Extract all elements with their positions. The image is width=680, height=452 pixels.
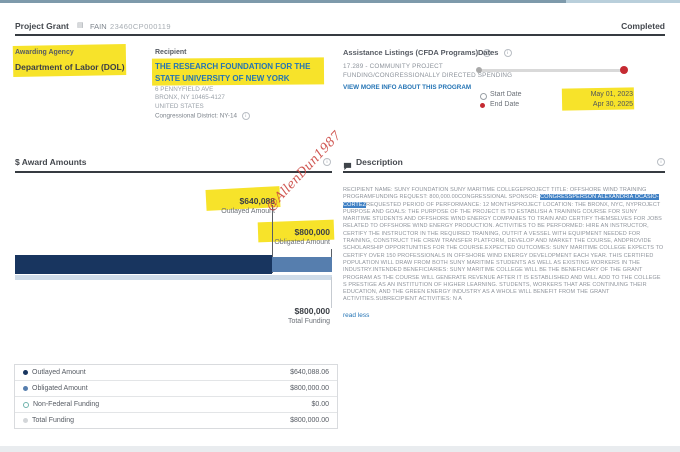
recipient-label: Recipient (155, 49, 187, 56)
table-row-value: $800,000.00 (290, 417, 329, 424)
congressional-district-text: Congressional District: NY-14 (155, 112, 238, 120)
description-divider (343, 171, 665, 173)
outlayed-amount-value: $640,088 (239, 196, 275, 206)
total-funding-value: $800,000 (294, 306, 330, 316)
cfda-program-line2: FUNDING/CONGRESSIONALLY DIRECTED SPENDIN… (343, 72, 513, 79)
table-row-label: Non-Federal Funding (33, 401, 100, 408)
congressional-district: Congressional District: NY-14 i (155, 112, 250, 120)
recipient-name-line2[interactable]: STATE UNIVERSITY OF NEW YORK (155, 73, 325, 85)
non-federal-legend-dot-icon (23, 401, 29, 408)
award-amounts-divider (15, 171, 332, 173)
bottom-edge-strip (0, 446, 680, 452)
table-row: Obligated Amount $800,000.00 (15, 381, 337, 397)
recipient-name-link[interactable]: THE RESEARCH FOUNDATION FOR THE STATE UN… (155, 61, 325, 84)
start-date-marker-icon (480, 93, 487, 100)
start-date-value: May 01, 2023 (590, 91, 633, 98)
fain-value: 23460CP000119 (110, 22, 171, 31)
recipient-name-line1[interactable]: THE RESEARCH FOUNDATION FOR THE (155, 61, 325, 73)
info-icon[interactable]: i (503, 49, 512, 58)
fain-label: FAIN (90, 22, 107, 31)
award-profile-page: Project Grant ▤ FAIN 23460CP000119 Compl… (0, 0, 680, 452)
total-funding-callout-line (331, 277, 332, 308)
table-row: Non-Federal Funding $0.00 (15, 397, 337, 413)
table-row-label: Obligated Amount (32, 385, 88, 392)
timeline-end-dot-icon (620, 66, 628, 74)
description-title: Description (356, 157, 403, 167)
assistance-listings-label: Assistance Listings (CFDA Programs) i (343, 48, 492, 58)
recipient-address-line2: BRONX, NY 10465-4127 (155, 94, 225, 102)
recipient-address: 6 PENNYFIELD AVE BRONX, NY 10465-4127 UN… (155, 86, 225, 111)
table-row: Outlayed Amount $640,088.06 (15, 365, 337, 381)
info-icon[interactable]: i (241, 112, 250, 120)
dates-label-text: Dates (478, 48, 499, 57)
awarding-agency-value: Department of Labor (DOL) (15, 62, 125, 72)
info-icon[interactable]: i (323, 158, 331, 166)
obligated-legend-dot-icon (23, 386, 28, 391)
table-row-value: $0.00 (311, 401, 329, 408)
description-body: RECIPIENT NAME: SUNY FOUNDATION SUNY MAR… (343, 187, 665, 304)
outlayed-amount-label: Outlayed Amount (221, 208, 275, 215)
info-icon[interactable]: i (657, 158, 665, 166)
total-funding-label: Total Funding (287, 318, 330, 325)
obligated-amount-value: $800,000 (294, 227, 330, 237)
description-text-after: REQUESTED PERIOD OF PERFORMANCE: 12 MONT… (343, 201, 664, 303)
recipient-address-line3: UNITED STATES (155, 102, 204, 110)
start-date-label: Start Date (490, 91, 522, 98)
award-type-label: Project Grant (15, 21, 69, 31)
table-row: Total Funding $800,000.00 (15, 413, 337, 428)
status-badge: Completed (621, 21, 665, 31)
dates-timeline-track (478, 69, 627, 72)
obligated-amount-bar[interactable] (272, 257, 332, 272)
total-funding-bar[interactable] (15, 275, 332, 280)
table-row-label: Total Funding (32, 417, 75, 424)
outlayed-legend-dot-icon (23, 370, 28, 375)
table-row-label: Outlayed Amount (32, 369, 86, 376)
cfda-more-info-link[interactable]: VIEW MORE INFO ABOUT THIS PROGRAM (343, 84, 471, 91)
header-divider (15, 34, 665, 36)
award-ribbon-icon: ▤ (77, 22, 84, 29)
read-less-link[interactable]: read less (343, 312, 369, 319)
table-row-value: $800,000.00 (290, 385, 329, 392)
obligated-amount-label: Obligated Amount (274, 239, 330, 246)
speech-bubble-icon (343, 158, 352, 176)
cfda-program-line1: 17.289 - COMMUNITY PROJECT (343, 63, 443, 70)
end-date-value: Apr 30, 2025 (592, 101, 633, 108)
award-amounts-title: $ Award Amounts (15, 157, 87, 167)
recipient-address-line1: 6 PENNYFIELD AVE (155, 86, 214, 93)
end-date-label: End Date (490, 101, 520, 108)
outlayed-amount-bar[interactable] (15, 255, 272, 274)
end-date-marker-icon (480, 103, 485, 108)
assistance-listings-label-text: Assistance Listings (CFDA Programs) (343, 48, 479, 57)
timeline-start-dot-icon (476, 67, 482, 73)
dates-label: Dates i (478, 48, 512, 58)
table-row-value: $640,088.06 (290, 369, 329, 376)
funding-summary-table: Outlayed Amount $640,088.06 Obligated Am… (14, 364, 338, 429)
total-funding-legend-dot-icon (23, 418, 28, 423)
awarding-agency-label: Awarding Agency (15, 49, 74, 56)
top-accent-bar-right (566, 0, 680, 3)
